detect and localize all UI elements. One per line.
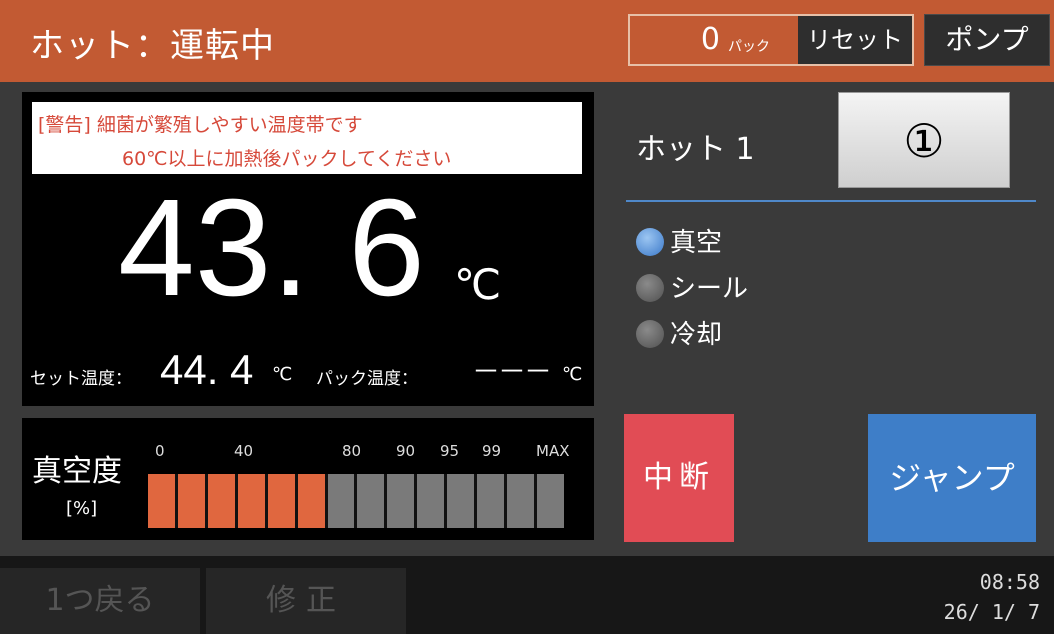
stop-button[interactable]: 中断 [624, 414, 734, 542]
vacuum-bar-segment [237, 474, 265, 528]
set-temperature-value: 44. 4 [160, 346, 254, 393]
vacuum-panel: 真空度 [%] 0 40 80 90 95 99 MAX [22, 418, 594, 540]
vacuum-unit: [%] [66, 498, 98, 519]
vacuum-bar-segment [477, 474, 505, 528]
back-button[interactable]: 1つ戻る [0, 568, 200, 634]
vacuum-bar-segment [177, 474, 205, 528]
vacuum-bar-segment [327, 474, 355, 528]
divider [626, 200, 1036, 202]
reset-button[interactable]: リセット [798, 16, 912, 64]
header-bar: ホット：運転中 0 パック リセット ポンプ [0, 0, 1054, 82]
vacuum-label: 真空度 [32, 454, 122, 489]
vacuum-bar-segment [387, 474, 415, 528]
vacuum-bar-segment [507, 474, 534, 528]
vacuum-bar-segment [417, 474, 445, 528]
vacuum-bar-segment [148, 474, 175, 528]
clock-date: 26/ 1/ 7 [943, 600, 1040, 624]
temperature-panel: [警告] 細菌が繁殖しやすい温度帯です 60℃以上に加熱後パックしてください 4… [22, 92, 594, 406]
program-number-button[interactable]: ① [838, 92, 1010, 188]
pump-button[interactable]: ポンプ [924, 14, 1050, 66]
warning-box: [警告] 細菌が繁殖しやすい温度帯です 60℃以上に加熱後パックしてください [32, 102, 582, 174]
pack-temperature-value: －－－ [472, 355, 552, 388]
step-indicator-icon [636, 274, 664, 302]
vacuum-bar-segment [267, 474, 295, 528]
warning-line-1: [警告] 細菌が繁殖しやすい温度帯です [38, 114, 363, 136]
jump-button[interactable]: ジャンプ [868, 414, 1036, 542]
footer-bar: 1つ戻る 修正 08:58 26/ 1/ 7 [0, 556, 1054, 634]
vacuum-bar-segment [297, 474, 325, 528]
step-indicator-icon [636, 320, 664, 348]
pack-temperature-label: パック温度： [316, 369, 418, 389]
edit-button[interactable]: 修正 [206, 568, 406, 634]
vacuum-bar-segment [207, 474, 235, 528]
warning-line-2: 60℃以上に加熱後パックしてください [122, 148, 452, 170]
program-label: ホット 1 [636, 132, 755, 167]
vacuum-tick: MAX [536, 442, 570, 460]
vacuum-bar-segment [536, 474, 564, 528]
pack-counter: 0 パック リセット [628, 14, 914, 66]
vacuum-bar-segment [357, 474, 385, 528]
step-label: シール [670, 274, 749, 304]
vacuum-level-bar [148, 474, 564, 528]
vacuum-tick: 40 [234, 442, 254, 460]
current-temperature: 43. 6 [118, 171, 425, 325]
step-indicator-icon [636, 228, 664, 256]
vacuum-tick: 95 [440, 442, 460, 460]
vacuum-tick: 90 [396, 442, 416, 460]
pack-temperature-unit: ℃ [562, 364, 583, 385]
status-title: ホット：運転中 [30, 26, 275, 66]
step-label: 冷却 [670, 320, 723, 350]
vacuum-tick: 80 [342, 442, 362, 460]
pack-count-unit: パック [728, 39, 770, 55]
set-temperature-unit: ℃ [272, 364, 293, 385]
vacuum-bar-segment [447, 474, 475, 528]
clock-time: 08:58 [979, 570, 1040, 594]
temperature-unit: ℃ [454, 260, 502, 309]
set-temperature-label: セット温度： [30, 369, 132, 389]
pack-count-value: 0 [700, 22, 720, 57]
step-label: 真空 [670, 228, 723, 258]
vacuum-tick: 99 [482, 442, 502, 460]
vacuum-tick: 0 [155, 442, 165, 460]
